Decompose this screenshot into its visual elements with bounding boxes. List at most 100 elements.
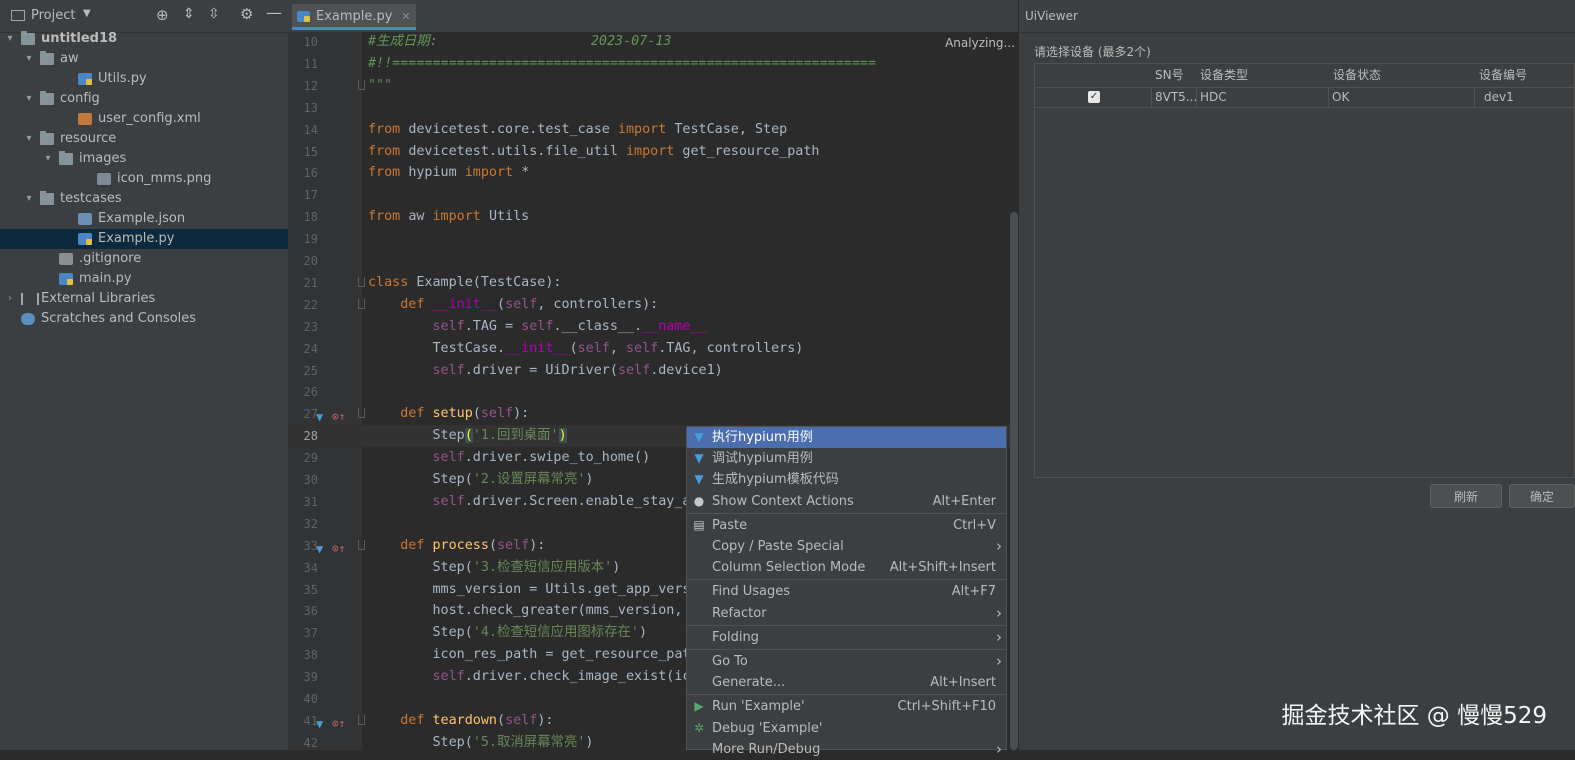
tree-item[interactable]: .gitignore xyxy=(0,249,288,269)
fold-icon[interactable] xyxy=(358,79,365,90)
code-token: .driver.swipe_to_home() xyxy=(464,450,651,466)
tree-item[interactable]: › External Libraries xyxy=(0,289,288,309)
chevron-right-icon[interactable]: › xyxy=(4,289,16,309)
column-header-id[interactable]: 设备编号 xyxy=(1479,66,1527,83)
editor-scrollbar[interactable] xyxy=(1010,212,1018,750)
tree-item[interactable]: Scratches and Consoles xyxy=(0,309,288,329)
tab-example-py[interactable]: Example.py ✕ xyxy=(292,4,417,30)
confirm-button[interactable]: 确定 xyxy=(1509,484,1575,508)
menu-item[interactable]: Go To › xyxy=(687,651,1006,672)
gear-icon[interactable]: ⚙ xyxy=(240,5,253,23)
refresh-button[interactable]: 刷新 xyxy=(1430,484,1502,508)
code-line: 18 from aw import Utils xyxy=(288,206,1018,228)
menu-item[interactable]: ▼ 执行hypium用例 xyxy=(687,427,1006,448)
code-token: import xyxy=(464,165,522,181)
code-line: 16 from hypium import * xyxy=(288,162,1018,184)
locate-icon[interactable]: ⊕ xyxy=(156,6,169,24)
column-header-sn[interactable]: SN号 xyxy=(1155,66,1184,83)
tree-item[interactable]: Example.py xyxy=(0,229,288,249)
scratch-file-icon xyxy=(21,313,35,325)
code-token: aw xyxy=(408,209,433,225)
line-number: 13 xyxy=(303,100,318,115)
menu-item[interactable]: ▶ Run 'Example' Ctrl+Shift+F10 xyxy=(687,696,1006,717)
tree-item-label: main.py xyxy=(79,271,132,286)
tree-item[interactable]: Example.json xyxy=(0,209,288,229)
fold-icon[interactable] xyxy=(358,408,365,419)
analysis-status: Analyzing... xyxy=(945,36,1015,50)
fold-icon[interactable] xyxy=(358,298,365,309)
chevron-down-icon[interactable]: ▾ xyxy=(42,149,54,169)
tree-item[interactable]: main.py xyxy=(0,269,288,289)
column-header-type[interactable]: 设备类型 xyxy=(1200,66,1248,83)
code-token: mms_version = Utils.get_app_vers xyxy=(368,581,691,597)
hypium-icon: ▼ xyxy=(694,430,704,444)
tree-item[interactable]: Utils.py xyxy=(0,69,288,89)
menu-item-label: Run 'Example' xyxy=(712,699,805,715)
chevron-down-icon[interactable]: ▾ xyxy=(23,49,35,69)
code-token: TestCase, Step xyxy=(674,121,788,137)
code-token: ) xyxy=(585,734,594,750)
json-file-icon xyxy=(78,213,92,225)
menu-item[interactable]: ▼ 生成hypium模板代码 xyxy=(687,469,1006,490)
tree-item[interactable]: ▾ aw xyxy=(0,49,288,69)
project-title[interactable]: Project xyxy=(31,8,75,23)
menu-item[interactable]: Generate... Alt+Insert xyxy=(687,672,1006,693)
chevron-right-icon: › xyxy=(996,627,1002,646)
fold-icon[interactable] xyxy=(358,714,365,725)
line-number: 15 xyxy=(303,144,318,159)
menu-item[interactable]: Folding › xyxy=(687,627,1006,648)
menu-item[interactable]: Copy / Paste Special › xyxy=(687,536,1006,557)
chevron-down-icon[interactable]: ▾ xyxy=(4,29,16,49)
tree-item[interactable]: ▾ untitled18 xyxy=(0,29,288,49)
device-checkbox[interactable]: ✓ xyxy=(1088,91,1100,103)
menu-separator xyxy=(687,512,1006,514)
project-view-icon xyxy=(11,10,25,21)
minimize-icon[interactable]: — xyxy=(266,3,282,22)
line-number: 34 xyxy=(303,560,318,575)
code-text: Step('3.检查短信应用版本') xyxy=(368,557,620,579)
menu-item[interactable]: ▼ 调试hypium用例 xyxy=(687,448,1006,469)
tree-item[interactable]: ▾ images xyxy=(0,149,288,169)
code-line: 11 #!!===================================… xyxy=(288,53,1018,75)
collapse-all-icon[interactable]: ⇳ xyxy=(208,6,220,22)
menu-item[interactable]: ✲ Debug 'Example' xyxy=(687,718,1006,739)
fold-icon[interactable] xyxy=(358,276,365,287)
code-token: from xyxy=(368,121,409,137)
line-number: 36 xyxy=(303,604,318,619)
code-token: def xyxy=(400,296,433,312)
chevron-down-icon[interactable]: ▾ xyxy=(23,189,35,209)
menu-item[interactable]: Column Selection Mode Alt+Shift+Insert xyxy=(687,557,1006,578)
code-text: Step('5.取消屏幕常亮') xyxy=(368,732,593,754)
chevron-down-icon[interactable]: ▾ xyxy=(23,89,35,109)
tree-item[interactable]: ▾ config xyxy=(0,89,288,109)
code-token: ( xyxy=(497,712,506,728)
close-icon[interactable]: ✕ xyxy=(401,4,410,30)
menu-item[interactable]: ● Show Context Actions Alt+Enter xyxy=(687,491,1006,512)
code-token: from xyxy=(368,209,409,225)
chevron-down-icon[interactable]: ▾ xyxy=(23,129,35,149)
code-token: Utils xyxy=(488,209,530,225)
tree-item[interactable]: ▾ resource xyxy=(0,129,288,149)
menu-item[interactable]: More Run/Debug › xyxy=(687,739,1006,760)
code-token: .driver = UiDriver( xyxy=(464,362,618,378)
run-icon: ▶ xyxy=(694,699,704,714)
folder-icon xyxy=(59,151,73,165)
fold-icon[interactable] xyxy=(358,539,365,550)
line-number: 40 xyxy=(303,692,318,706)
code-token: ( xyxy=(464,428,473,444)
menu-item-shortcut: Ctrl+Shift+F10 xyxy=(897,699,996,715)
tree-item[interactable]: user_config.xml xyxy=(0,109,288,129)
context-menu: ▼ 执行hypium用例 ▼ 调试hypium用例 ▼ 生成hypium模板代码 ● Show… xyxy=(686,426,1007,758)
menu-item[interactable]: ▤ Paste Ctrl+V xyxy=(687,515,1006,536)
code-token: ( xyxy=(472,406,481,422)
chevron-down-icon[interactable]: ▼ xyxy=(83,8,91,19)
tree-item-label: Example.json xyxy=(98,211,186,226)
folder-icon xyxy=(40,91,54,105)
column-header-status[interactable]: 设备状态 xyxy=(1333,66,1381,83)
png-file-icon xyxy=(97,173,111,185)
tree-item[interactable]: icon_mms.png xyxy=(0,169,288,189)
menu-item[interactable]: Find Usages Alt+F7 xyxy=(687,581,1006,602)
tree-item[interactable]: ▾ testcases xyxy=(0,189,288,209)
expand-all-icon[interactable]: ⇕ xyxy=(183,6,195,22)
menu-item[interactable]: Refactor › xyxy=(687,603,1006,624)
